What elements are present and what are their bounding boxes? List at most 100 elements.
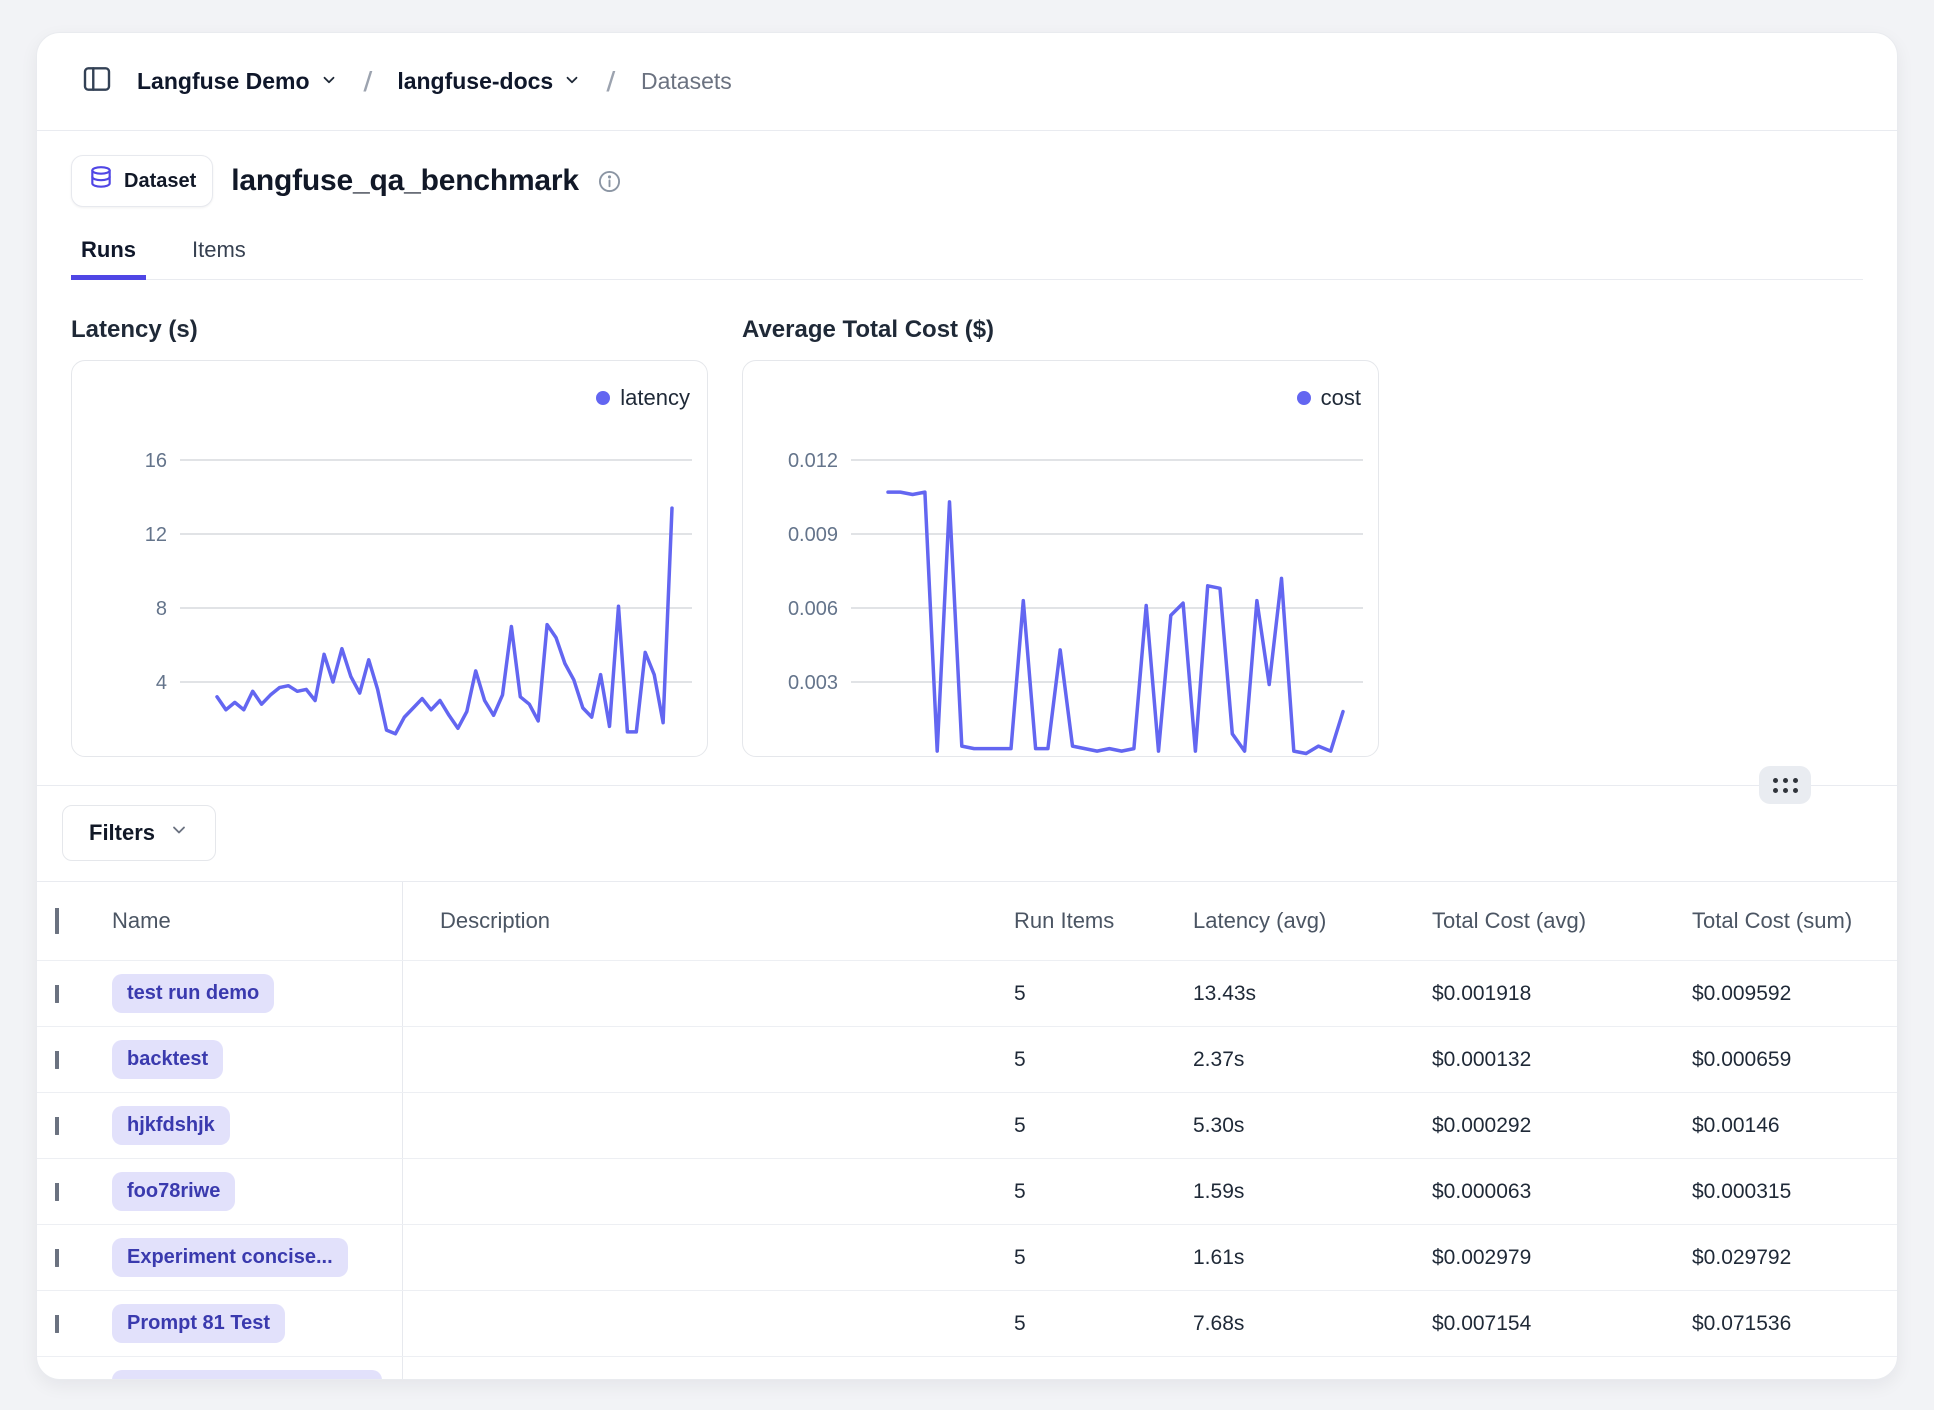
charts-section: Latency (s) 4 8 12 16 latency Average Total… <box>37 280 1897 786</box>
row-checkbox[interactable] <box>55 1249 59 1267</box>
table-row <box>37 1357 1897 1380</box>
latency-avg-cell: 1.59s <box>1156 1180 1395 1204</box>
run-name-pill[interactable]: test run demo <box>112 974 274 1013</box>
svg-text:0.012: 0.012 <box>788 450 838 472</box>
latency-avg-cell: 2.37s <box>1156 1048 1395 1072</box>
row-checkbox[interactable] <box>55 1183 59 1201</box>
total-cost-avg-cell: $0.007154 <box>1395 1312 1655 1336</box>
resize-handle-button[interactable] <box>1759 766 1811 804</box>
run-items-cell: 5 <box>977 1048 1156 1072</box>
row-checkbox[interactable] <box>55 1117 59 1135</box>
latency-chart: Latency (s) 4 8 12 16 latency <box>71 316 708 757</box>
table-header-row: Name Description Run Items Latency (avg)… <box>37 882 1897 961</box>
total-cost-sum-cell: $0.000659 <box>1655 1048 1897 1072</box>
filters-bar: Filters <box>37 786 1897 881</box>
run-name-pill[interactable]: hjkfdshjk <box>112 1106 230 1145</box>
svg-text:16: 16 <box>145 450 167 472</box>
latency-avg-cell: 13.43s <box>1156 982 1395 1006</box>
latency-chart-box: 4 8 12 16 latency <box>71 360 708 757</box>
svg-text:4: 4 <box>156 672 167 694</box>
header-checkbox-cell <box>55 908 101 934</box>
total-cost-avg-cell: $0.000063 <box>1395 1180 1655 1204</box>
svg-text:0.006: 0.006 <box>788 598 838 620</box>
table-row: Prompt 81 Test 5 7.68s $0.007154 $0.0715… <box>37 1291 1897 1357</box>
total-cost-sum-cell: $0.029792 <box>1655 1246 1897 1270</box>
sidebar-toggle-button[interactable] <box>79 64 115 100</box>
svg-text:0.009: 0.009 <box>788 524 838 546</box>
page-title: langfuse_qa_benchmark <box>231 164 579 198</box>
cost-chart: Average Total Cost ($) 0.0030.0060.0090.… <box>742 316 1379 757</box>
run-name-pill[interactable]: backtest <box>112 1040 223 1079</box>
column-header-run-items[interactable]: Run Items <box>977 908 1156 934</box>
total-cost-avg-cell: $0.002979 <box>1395 1246 1655 1270</box>
total-cost-sum-cell: $0.071536 <box>1655 1312 1897 1336</box>
legend-dot-icon <box>1297 391 1311 405</box>
breadcrumb-org[interactable]: Langfuse Demo <box>137 68 338 95</box>
topbar: Langfuse Demo / langfuse-docs / Datasets <box>37 33 1897 131</box>
column-header-total-cost-avg[interactable]: Total Cost (avg) <box>1395 908 1655 934</box>
total-cost-avg-cell: $0.001918 <box>1395 982 1655 1006</box>
svg-text:12: 12 <box>145 524 167 546</box>
select-all-checkbox[interactable] <box>55 908 59 934</box>
breadcrumb-project-label: langfuse-docs <box>397 68 553 95</box>
breadcrumb-org-label: Langfuse Demo <box>137 68 310 95</box>
latency-avg-cell: 5.30s <box>1156 1114 1395 1138</box>
tab-items[interactable]: Items <box>186 237 252 279</box>
dataset-badge-label: Dataset <box>124 170 196 193</box>
legend-label: latency <box>620 385 690 411</box>
svg-text:8: 8 <box>156 598 167 620</box>
legend-dot-icon <box>596 391 610 405</box>
page-head: Dataset langfuse_qa_benchmark Runs Items <box>37 131 1897 280</box>
filters-button-label: Filters <box>89 820 155 846</box>
tab-runs[interactable]: Runs <box>75 237 142 279</box>
column-header-latency-avg[interactable]: Latency (avg) <box>1156 908 1395 934</box>
tabs: Runs Items <box>71 237 1863 280</box>
run-name-pill[interactable]: foo78riwe <box>112 1172 235 1211</box>
row-checkbox[interactable] <box>55 1051 59 1069</box>
chart-title-cost: Average Total Cost ($) <box>742 316 1379 344</box>
legend-label: cost <box>1321 385 1361 411</box>
table-row: hjkfdshjk 5 5.30s $0.000292 $0.00146 <box>37 1093 1897 1159</box>
column-header-name[interactable]: Name <box>101 882 403 960</box>
chevron-down-icon <box>169 820 189 846</box>
run-name-pill[interactable]: Prompt 81 Test <box>112 1304 285 1343</box>
latency-legend: latency <box>596 385 690 411</box>
run-items-cell: 5 <box>977 1114 1156 1138</box>
info-icon[interactable] <box>597 169 622 194</box>
main-card: Langfuse Demo / langfuse-docs / Datasets <box>36 32 1898 1380</box>
cost-legend: cost <box>1297 385 1361 411</box>
runs-table: Name Description Run Items Latency (avg)… <box>37 881 1897 1380</box>
breadcrumb-datasets[interactable]: Datasets <box>641 68 732 95</box>
chart-title-latency: Latency (s) <box>71 316 708 344</box>
panel-left-icon <box>81 63 113 100</box>
grip-dots-icon <box>1772 777 1799 794</box>
latency-line-chart: 4 8 12 16 <box>72 361 707 756</box>
run-name-pill[interactable]: Experiment concise... <box>112 1238 348 1277</box>
svg-text:0.003: 0.003 <box>788 672 838 694</box>
cost-line-chart: 0.003 0.006 0.009 0.012 <box>743 361 1378 756</box>
table-row: foo78riwe 5 1.59s $0.000063 $0.000315 <box>37 1159 1897 1225</box>
row-checkbox[interactable] <box>55 985 59 1003</box>
dataset-badge: Dataset <box>71 155 213 207</box>
latency-avg-cell: 1.61s <box>1156 1246 1395 1270</box>
breadcrumb-project[interactable]: langfuse-docs <box>397 68 581 95</box>
table-row: backtest 5 2.37s $0.000132 $0.000659 <box>37 1027 1897 1093</box>
total-cost-sum-cell: $0.000315 <box>1655 1180 1897 1204</box>
total-cost-sum-cell: $0.009592 <box>1655 982 1897 1006</box>
row-checkbox[interactable] <box>55 1315 59 1333</box>
run-items-cell: 5 <box>977 1180 1156 1204</box>
table-body: test run demo 5 13.43s $0.001918 $0.0095… <box>37 961 1897 1380</box>
run-items-cell: 5 <box>977 982 1156 1006</box>
chevron-down-icon <box>320 68 338 95</box>
total-cost-sum-cell: $0.00146 <box>1655 1114 1897 1138</box>
run-name-pill[interactable] <box>112 1370 382 1381</box>
filters-button[interactable]: Filters <box>62 805 216 861</box>
column-header-total-cost-sum[interactable]: Total Cost (sum) <box>1655 908 1897 934</box>
breadcrumb-separator: / <box>358 66 376 98</box>
cost-chart-box: 0.003 0.006 0.009 0.012 cost <box>742 360 1379 757</box>
column-header-description[interactable]: Description <box>403 908 977 934</box>
table-row: test run demo 5 13.43s $0.001918 $0.0095… <box>37 961 1897 1027</box>
total-cost-avg-cell: $0.000292 <box>1395 1114 1655 1138</box>
total-cost-avg-cell: $0.000132 <box>1395 1048 1655 1072</box>
table-row: Experiment concise... 5 1.61s $0.002979 … <box>37 1225 1897 1291</box>
